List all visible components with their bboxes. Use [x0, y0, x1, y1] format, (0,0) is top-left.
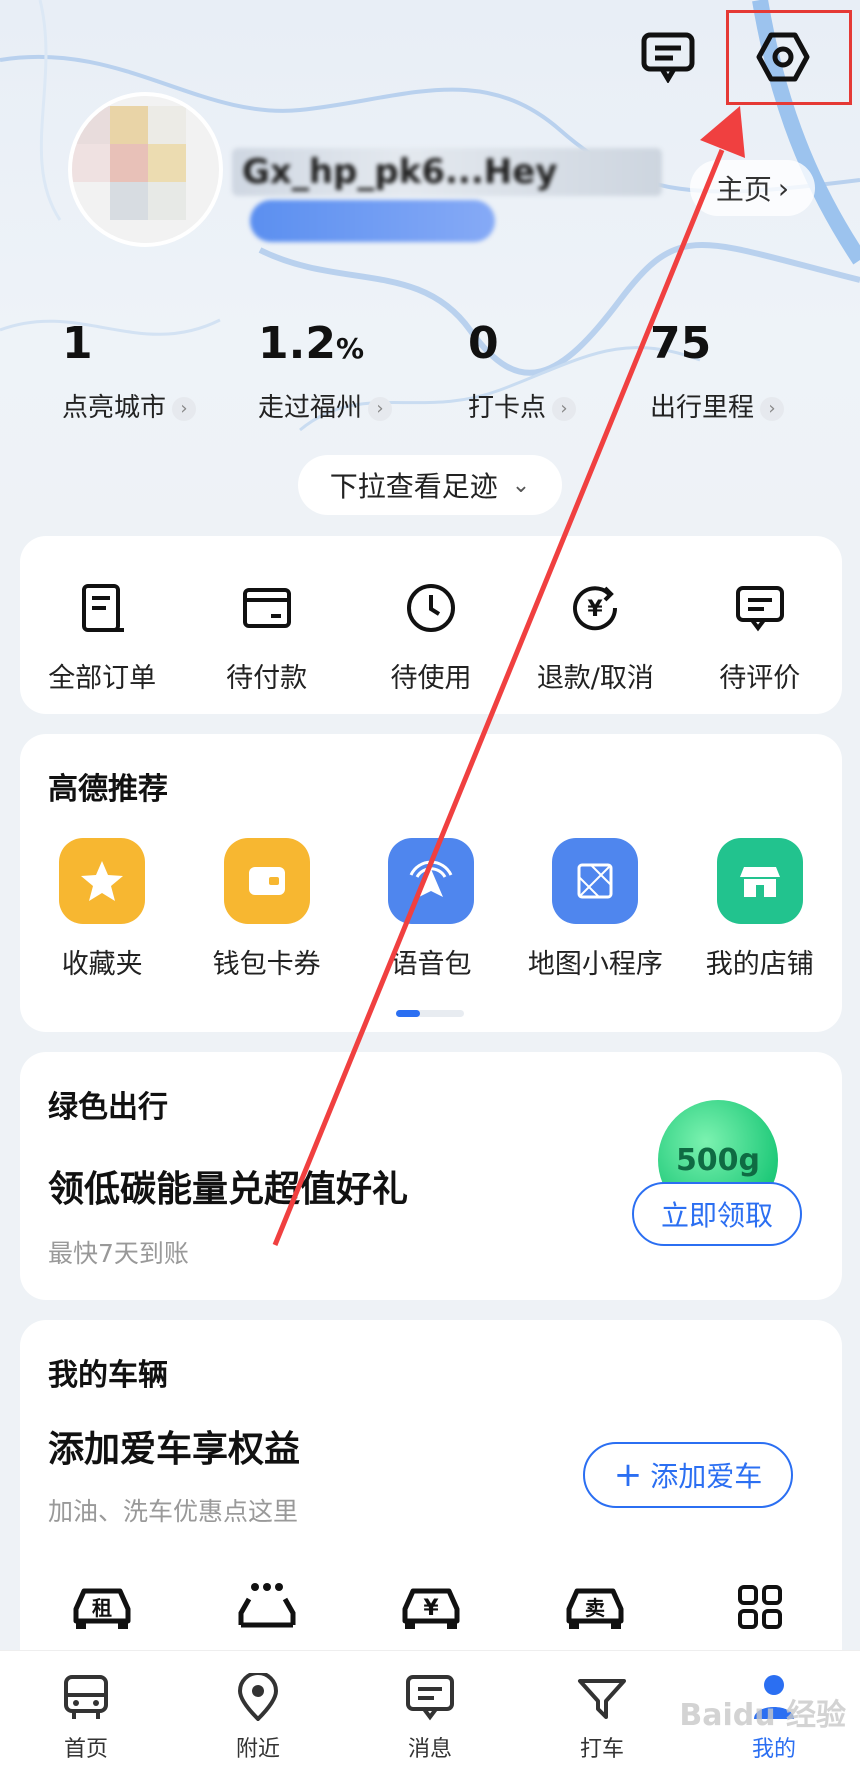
rec-mini-program[interactable]: 地图小程序: [513, 838, 677, 981]
rec-wallet[interactable]: 钱包卡券: [184, 838, 348, 981]
taxi-icon: [516, 1673, 688, 1725]
green-sub: 最快7天到账: [48, 1239, 189, 1268]
annotation-highlight-box: [726, 10, 852, 105]
rec-label: 语音包: [390, 949, 472, 980]
chevron-right-icon: ›: [760, 396, 785, 421]
orders-card: 全部订单 待付款 待使用 ¥ 退款/取消 待评价: [20, 536, 842, 714]
rec-label: 收藏夹: [61, 949, 143, 980]
stat-label: 走过福州: [258, 393, 363, 423]
order-label: 待使用: [390, 663, 472, 694]
rent-car-icon[interactable]: 租: [20, 1562, 184, 1652]
svg-text:卖: 卖: [585, 1596, 605, 1620]
stat-cities[interactable]: 1 点亮城市 ›: [62, 318, 197, 424]
bus-icon: [0, 1673, 172, 1725]
plus-icon: +: [613, 1455, 643, 1495]
vehicle-title: 我的车辆: [48, 1358, 168, 1393]
mini-program-icon: [552, 838, 639, 924]
tab-messages[interactable]: 消息: [344, 1651, 516, 1773]
rec-label: 地图小程序: [527, 949, 663, 980]
car-services-row: 租 ¥ 卖: [20, 1562, 842, 1652]
vehicle-headline: 添加爱车享权益: [48, 1429, 301, 1470]
tab-nearby[interactable]: 附近: [172, 1651, 344, 1773]
order-label: 待评价: [719, 663, 801, 694]
order-review[interactable]: 待评价: [678, 578, 842, 695]
chevron-right-icon: ›: [552, 396, 577, 421]
wallet-icon: [223, 838, 310, 924]
stat-value: 75: [650, 318, 712, 369]
order-label: 待付款: [226, 663, 308, 694]
card-icon: [184, 578, 348, 638]
order-refund[interactable]: ¥ 退款/取消: [513, 578, 677, 695]
pulldown-footprint-button[interactable]: 下拉查看足迹 ⌄: [298, 455, 562, 515]
energy-value: 500g: [675, 1142, 761, 1178]
tab-label: 我的: [751, 1737, 796, 1762]
voice-nav-icon: [387, 838, 474, 924]
pulldown-label: 下拉查看足迹: [329, 470, 498, 503]
car-loan-icon[interactable]: ¥: [349, 1562, 513, 1652]
chevron-right-icon: ›: [777, 171, 790, 205]
chevron-down-icon: ⌄: [511, 472, 531, 498]
shop-icon: [716, 838, 803, 924]
tab-taxi[interactable]: 打车: [516, 1651, 688, 1773]
stat-value: 0: [468, 318, 499, 369]
avatar[interactable]: [68, 92, 223, 247]
stat-unit: %: [335, 332, 365, 365]
stat-mileage[interactable]: 75 出行里程 ›: [650, 318, 785, 424]
recommend-card: 高德推荐 收藏夹 钱包卡券 语音包 地图小程序 我的店铺: [20, 734, 842, 1032]
svg-text:¥: ¥: [588, 597, 604, 622]
order-label: 全部订单: [48, 663, 157, 694]
stat-label: 打卡点: [468, 393, 547, 423]
stat-label: 点亮城市: [62, 393, 167, 423]
rec-label: 钱包卡券: [212, 949, 321, 980]
homepage-label: 主页: [715, 173, 772, 206]
stat-checkins[interactable]: 0 打卡点 ›: [468, 318, 577, 424]
star-icon: [59, 838, 146, 924]
green-headline: 领低碳能量兑超值好礼: [48, 1169, 409, 1210]
grid-more-icon[interactable]: [678, 1562, 842, 1652]
svg-text:¥: ¥: [423, 1596, 439, 1621]
sell-car-icon[interactable]: 卖: [513, 1562, 677, 1652]
chevron-right-icon: ›: [368, 396, 393, 421]
stat-value: 1: [62, 318, 93, 369]
tab-home[interactable]: 首页: [0, 1651, 172, 1773]
order-unpaid[interactable]: 待付款: [184, 578, 348, 695]
tab-label: 消息: [407, 1737, 452, 1762]
order-list-icon: [20, 578, 184, 638]
refund-icon: ¥: [513, 578, 677, 638]
location-pin-icon: [172, 1671, 344, 1725]
user-badge: [250, 200, 495, 242]
rec-voice[interactable]: 语音包: [349, 838, 513, 981]
car-wash-icon[interactable]: [184, 1562, 348, 1652]
comment-icon: [678, 578, 842, 638]
chevron-right-icon: ›: [172, 396, 197, 421]
rec-favorites[interactable]: 收藏夹: [20, 838, 184, 981]
vehicle-sub: 加油、洗车优惠点这里: [48, 1497, 299, 1526]
add-car-button[interactable]: + 添加爱车: [583, 1442, 793, 1508]
tab-label: 附近: [235, 1737, 280, 1762]
homepage-button[interactable]: 主页 ›: [690, 160, 815, 216]
rec-shop[interactable]: 我的店铺: [678, 838, 842, 981]
green-travel-card[interactable]: 绿色出行 领低碳能量兑超值好礼 最快7天到账 500g 立即领取: [20, 1052, 842, 1300]
order-all[interactable]: 全部订单: [20, 578, 184, 695]
watermark: Baidu 经验: [679, 1698, 846, 1733]
rec-label: 我的店铺: [705, 949, 814, 980]
add-car-label: 添加爱车: [650, 1460, 763, 1493]
message-icon: [344, 1673, 516, 1725]
order-label: 退款/取消: [536, 663, 654, 694]
carousel-indicator: [396, 1010, 464, 1017]
recommend-title: 高德推荐: [48, 772, 168, 807]
claim-button[interactable]: 立即领取: [632, 1182, 802, 1246]
tab-label: 首页: [63, 1737, 108, 1762]
stat-fuzhou[interactable]: 1.2% 走过福州 ›: [258, 318, 393, 424]
message-square-icon[interactable]: [633, 22, 703, 92]
tab-label: 打车: [579, 1737, 624, 1762]
stat-value: 1.2: [258, 318, 336, 369]
clock-icon: [349, 578, 513, 638]
order-to-use[interactable]: 待使用: [349, 578, 513, 695]
svg-text:租: 租: [92, 1596, 112, 1620]
green-title: 绿色出行: [48, 1090, 168, 1125]
username: Gx_hp_pk6...Hey: [232, 148, 662, 196]
stat-label: 出行里程: [650, 393, 755, 423]
